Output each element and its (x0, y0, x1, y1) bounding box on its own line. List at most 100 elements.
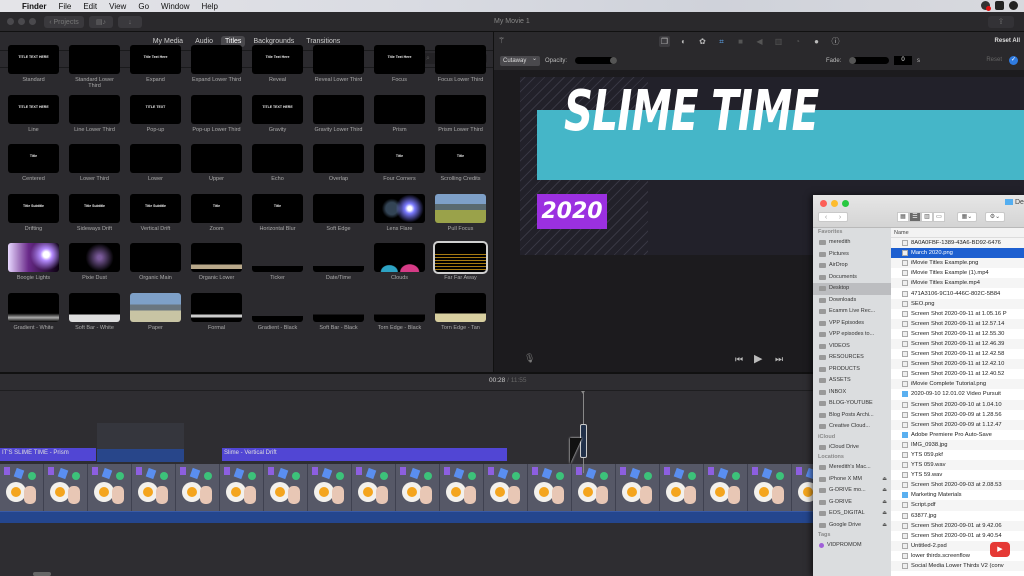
file-row[interactable]: Screen Shot 2020-09-11 at 12.42.58 (891, 349, 1024, 359)
title-thumbnail[interactable] (313, 243, 364, 272)
back-chevron-icon[interactable]: ‹ (825, 213, 827, 221)
title-tile[interactable]: Upper (191, 144, 242, 194)
title-tile[interactable]: Reveal Lower Third (313, 45, 364, 95)
title-tile[interactable]: Torn Edge - Tan (435, 292, 486, 343)
noise-reduction-icon[interactable]: ▥ (773, 36, 784, 47)
sidebar-item[interactable]: VIDEOS (813, 341, 891, 353)
title-thumbnail[interactable] (313, 292, 364, 322)
sidebar-item[interactable]: PRODUCTS (813, 364, 891, 376)
menu-edit[interactable]: Edit (83, 2, 97, 11)
timeline-scrollbar[interactable] (33, 572, 51, 576)
title-thumbnail[interactable]: TITLE TEXT HERE (8, 45, 59, 74)
file-row[interactable]: YTS 059.wav (891, 460, 1024, 471)
title-tile[interactable]: Torn Edge - Black (374, 292, 425, 343)
title-tile[interactable]: Ticker (252, 243, 303, 293)
title-thumbnail[interactable] (130, 243, 181, 272)
list-view-button[interactable]: ☰ (909, 212, 921, 222)
title-tile[interactable]: Standard Lower Third (69, 45, 120, 95)
menu-view[interactable]: View (109, 2, 126, 11)
title-tile[interactable]: Title Text Here Reveal (252, 45, 303, 95)
title-thumbnail[interactable] (435, 45, 486, 74)
import-button[interactable]: ↓ (118, 16, 142, 28)
file-row[interactable]: Screen Shot 2020-09-10 at 1.04.10 (891, 399, 1024, 410)
title-thumbnail[interactable]: Title Text Here (252, 45, 303, 74)
title-thumbnail[interactable]: Title Text Here (374, 45, 425, 74)
video-overlay-icon[interactable]: ❐ (659, 36, 670, 47)
title-thumbnail[interactable] (433, 241, 488, 274)
title-thumbnail[interactable] (191, 45, 242, 74)
column-view-button[interactable]: ▥ (921, 212, 933, 222)
file-row[interactable]: Marketing Materials (891, 490, 1024, 500)
file-row[interactable]: Screen Shot 2020-09-11 at 12.42.10 (891, 359, 1024, 370)
title-thumbnail[interactable]: Title Text Here (130, 45, 181, 74)
finder-close-button[interactable] (820, 200, 827, 207)
drive-status-icon[interactable] (995, 1, 1004, 10)
title-tile[interactable]: Title Horizontal Blur (252, 193, 303, 244)
clip-filter-icon[interactable]: ● (811, 36, 822, 47)
title-tile[interactable]: Title Subtitle Drifting (8, 193, 59, 244)
title-thumbnail[interactable]: TITLE TEXT HERE (8, 94, 59, 124)
title-thumbnail[interactable] (435, 193, 486, 223)
title-thumbnail[interactable] (69, 292, 120, 322)
cutaway-clip[interactable] (97, 423, 184, 462)
title-thumbnail[interactable] (313, 193, 364, 223)
color-balance-icon[interactable]: ◐ (678, 36, 689, 47)
file-row[interactable]: Social Media Lower Thirds V2 (conv (891, 561, 1024, 572)
title-thumbnail[interactable]: Title (191, 193, 242, 223)
title-thumbnail[interactable] (313, 94, 364, 124)
file-row[interactable]: 471A3106-9C10-446C-802C-5B84 (891, 288, 1024, 298)
title-thumbnail[interactable] (374, 193, 425, 223)
file-row[interactable]: Screen Shot 2020-09-11 at 12.57.14 (891, 318, 1024, 329)
file-row[interactable]: IMG_0938.jpg (891, 439, 1024, 450)
sidebar-item[interactable]: Downloads (813, 295, 891, 307)
title-tile[interactable]: Prism (374, 94, 425, 145)
title-thumbnail[interactable] (69, 144, 120, 173)
file-row[interactable]: iMovie Titles Example.png (891, 258, 1024, 269)
title-thumbnail[interactable] (191, 94, 242, 124)
title-tile[interactable]: TITLE TEXT HERE Line (8, 94, 59, 145)
color-correction-icon[interactable]: ✿ (697, 36, 708, 47)
sidebar-item[interactable]: VIDPROMOM (813, 540, 891, 552)
sidebar-item[interactable]: G-DRIVE mo... ⏏ (813, 485, 891, 497)
file-row[interactable]: Screen Shot 2020-09-01 at 9.40.54 (891, 531, 1024, 541)
title-tile[interactable]: Overlap (313, 144, 364, 194)
menu-file[interactable]: File (58, 2, 71, 11)
file-row[interactable]: iMovie Titles Example (1).mp4 (891, 268, 1024, 278)
menu-extra-icon[interactable] (1009, 1, 1018, 10)
title-tile[interactable]: Soft Bar - Black (313, 292, 364, 343)
title-thumbnail[interactable] (191, 292, 242, 322)
title-tile[interactable]: Organic Main (130, 243, 181, 293)
sidebar-item[interactable]: INBOX (813, 387, 891, 399)
file-row[interactable]: iMovie Titles Example.mp4 (891, 278, 1024, 289)
play-icon[interactable]: ▶︎ (754, 352, 762, 365)
menu-window[interactable]: Window (161, 2, 189, 11)
title-thumbnail[interactable] (313, 144, 364, 173)
sidebar-item[interactable]: RESOURCES (813, 352, 891, 364)
sidebar-item[interactable]: Creative Cloud... (813, 421, 891, 433)
title-thumbnail[interactable] (69, 45, 120, 74)
sidebar-item[interactable]: Google Drive ⏏ (813, 520, 891, 532)
action-gear-button[interactable]: ⚙⌄ (985, 212, 1005, 222)
title-thumbnail[interactable] (8, 243, 59, 272)
title-thumbnail[interactable] (313, 45, 364, 74)
title-tile[interactable]: Title Text Here Expand (130, 45, 181, 95)
main-video-clip[interactable] (0, 464, 814, 511)
title-thumbnail[interactable] (252, 292, 303, 322)
title-tile[interactable]: Pull Focus (435, 193, 486, 244)
title-clip-vertical-drift[interactable]: Slime - Vertical Drift (222, 448, 507, 461)
title-tile[interactable]: Title Zoom (191, 193, 242, 244)
title-thumbnail[interactable]: Title Subtitle (69, 193, 120, 223)
title-tile[interactable]: Title Scrolling Credits (435, 144, 486, 194)
eject-icon[interactable]: ⏏ (882, 474, 887, 486)
zoom-window-button[interactable] (29, 18, 36, 25)
file-row[interactable]: Screen Shot 2020-09-11 at 12.40.52 (891, 369, 1024, 379)
title-tile[interactable]: Clouds (374, 243, 425, 293)
title-tile[interactable]: Gradient - White (8, 292, 59, 343)
title-tile[interactable]: Title Centered (8, 144, 59, 194)
overlay-mode-select[interactable]: Cutaway (500, 54, 540, 66)
title-tile[interactable]: Pop-up Lower Third (191, 94, 242, 145)
file-row[interactable]: YTS 059.pkf (891, 450, 1024, 460)
file-row[interactable]: 2020-09-10 12.01.02 Video Pursuit (891, 389, 1024, 399)
fade-slider-knob[interactable] (849, 57, 856, 64)
magic-wand-icon[interactable]: ⚚ (498, 36, 505, 45)
